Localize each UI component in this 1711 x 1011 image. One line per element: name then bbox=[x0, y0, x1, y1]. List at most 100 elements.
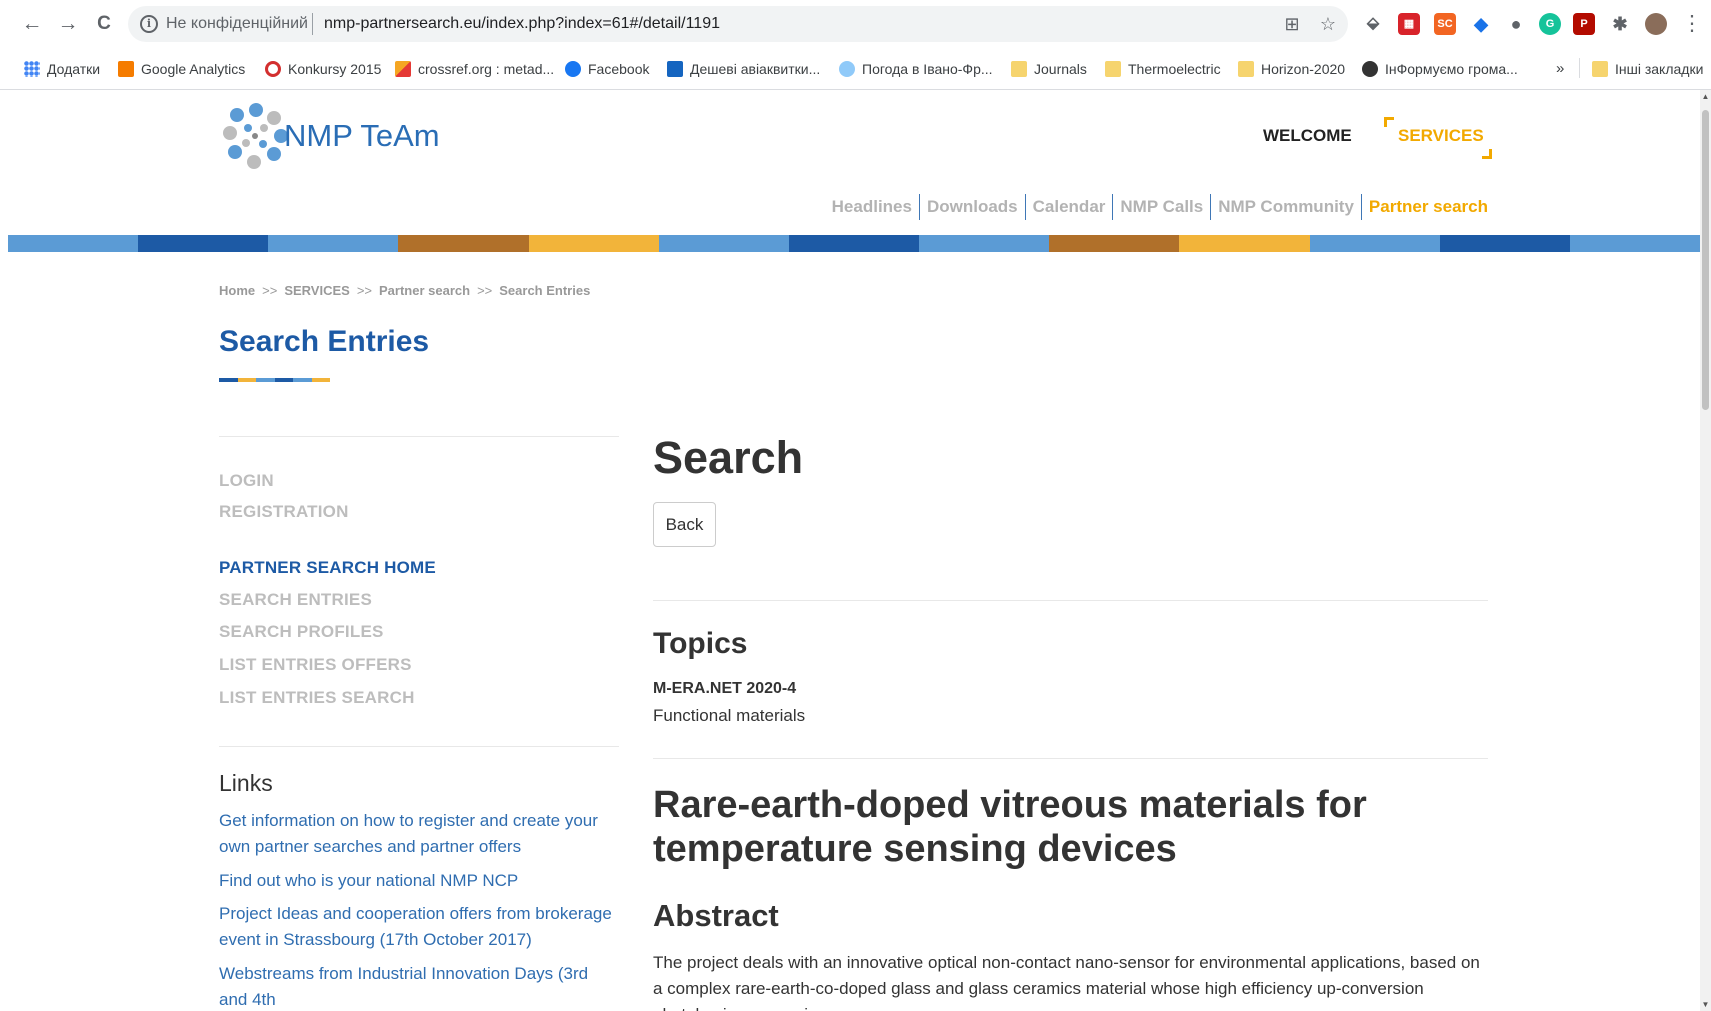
services-link[interactable]: SERVICES bbox=[1398, 126, 1484, 146]
nav-headlines[interactable]: Headlines bbox=[825, 194, 920, 220]
services-bracket-bottom bbox=[1482, 149, 1492, 159]
web-page: NMP TeAm WELCOME SERVICES Headlines Down… bbox=[8, 90, 1700, 1011]
nav-calendar[interactable]: Calendar bbox=[1026, 194, 1114, 220]
analytics-icon bbox=[118, 61, 134, 77]
breadcrumb-services[interactable]: SERVICES bbox=[284, 283, 350, 298]
abstract-text: The project deals with an innovative opt… bbox=[653, 953, 1480, 1011]
welcome-link[interactable]: WELCOME bbox=[1263, 126, 1352, 146]
bookmark-horizon-2020[interactable]: Horizon-2020 bbox=[1238, 58, 1345, 80]
nav-partner-search[interactable]: Partner search bbox=[1362, 194, 1495, 220]
bookmark-label: ІнФормуємо грома... bbox=[1385, 61, 1518, 77]
facebook-icon bbox=[565, 61, 581, 77]
topics-heading: Topics bbox=[653, 627, 748, 660]
sidebar-item-list-entries-offers[interactable]: LIST ENTRIES OFFERS bbox=[219, 655, 412, 675]
stripe-segment bbox=[788, 235, 920, 252]
forward-arrow-icon[interactable]: → bbox=[56, 12, 80, 36]
secondary-nav: Headlines Downloads Calendar NMP Calls N… bbox=[825, 194, 1495, 220]
scroll-up-icon[interactable]: ▲ bbox=[1701, 92, 1710, 101]
logo-text[interactable]: NMP TeAm bbox=[284, 118, 440, 154]
sidebar-divider bbox=[219, 436, 619, 437]
weather-icon bbox=[839, 61, 855, 77]
bookmark-label: Дешеві авіаквитки... bbox=[690, 61, 821, 77]
stripe-segment bbox=[658, 235, 789, 252]
page-scrollbar[interactable]: ▲ ▼ bbox=[1700, 90, 1711, 1011]
link-register-info[interactable]: Get information on how to register and c… bbox=[219, 808, 619, 860]
scroll-down-icon[interactable]: ▼ bbox=[1701, 1000, 1710, 1009]
sidebar-item-search-profiles[interactable]: SEARCH PROFILES bbox=[219, 622, 384, 642]
breadcrumb-partner-search[interactable]: Partner search bbox=[379, 283, 470, 298]
folder-icon bbox=[1011, 61, 1027, 77]
folder-icon bbox=[1238, 61, 1254, 77]
dropbox-extension-icon[interactable]: ⬙ bbox=[1362, 13, 1384, 35]
links-heading: Links bbox=[219, 770, 273, 796]
bookmark-konkursy[interactable]: Konkursy 2015 bbox=[265, 58, 381, 80]
link-project-ideas[interactable]: Project Ideas and cooperation offers fro… bbox=[219, 901, 619, 953]
shopping-extension-icon[interactable]: ▦ bbox=[1398, 13, 1420, 35]
nav-nmp-calls[interactable]: NMP Calls bbox=[1113, 194, 1212, 220]
circle-extension-icon[interactable]: ● bbox=[1505, 13, 1527, 35]
translate-icon[interactable]: ⊞ bbox=[1282, 14, 1302, 34]
bookmark-apps[interactable]: Додатки bbox=[24, 58, 100, 80]
chrome-menu-icon[interactable]: ⋮ bbox=[1680, 12, 1704, 36]
link-national-ncp[interactable]: Find out who is your national NMP NCP bbox=[219, 868, 619, 894]
bookmarks-overflow-button[interactable]: » bbox=[1556, 58, 1564, 80]
reload-icon[interactable]: C bbox=[92, 12, 116, 36]
stripe-segment bbox=[528, 235, 659, 252]
bookmark-other[interactable]: Інші закладки bbox=[1592, 58, 1703, 80]
url-separator bbox=[312, 13, 313, 35]
sidebar-item-partner-search-home[interactable]: PARTNER SEARCH HOME bbox=[219, 558, 436, 578]
sidebar-divider bbox=[219, 746, 619, 747]
breadcrumb-separator: >> bbox=[356, 283, 373, 298]
page-title: Search Entries bbox=[219, 325, 430, 358]
apps-icon bbox=[24, 61, 40, 77]
bookmark-google-analytics[interactable]: Google Analytics bbox=[118, 58, 245, 80]
scroll-thumb[interactable] bbox=[1702, 110, 1709, 410]
breadcrumb: Home >> SERVICES >> Partner search >> Search E… bbox=[219, 283, 590, 298]
login-link[interactable]: LOGIN bbox=[219, 471, 274, 491]
bookmark-label: Konkursy 2015 bbox=[288, 61, 382, 77]
sc-extension-icon[interactable]: SC bbox=[1434, 13, 1456, 35]
bookmark-facebook[interactable]: Facebook bbox=[565, 58, 649, 80]
abstract-heading: Abstract bbox=[653, 898, 779, 933]
profile-avatar-icon[interactable] bbox=[1645, 13, 1667, 35]
stripe-segment bbox=[398, 235, 529, 252]
content-divider bbox=[653, 600, 1488, 601]
flights-icon bbox=[667, 61, 683, 77]
topic-code: M-ERA.NET 2020-4 bbox=[653, 680, 797, 697]
sidebar-item-search-entries[interactable]: SEARCH ENTRIES bbox=[219, 590, 372, 610]
bookmark-flights[interactable]: Дешеві авіаквитки... bbox=[667, 58, 820, 80]
bookmark-thermoelectric[interactable]: Thermoelectric bbox=[1105, 58, 1221, 80]
address-bar[interactable]: i Не конфіденційний nmp-partnersearch.eu… bbox=[128, 6, 1348, 42]
stripe-segment bbox=[1439, 235, 1570, 252]
info-icon[interactable]: i bbox=[140, 15, 158, 33]
bookmark-inform[interactable]: ІнФормуємо грома... bbox=[1362, 58, 1518, 80]
grammarly-extension-icon[interactable]: G bbox=[1539, 13, 1561, 35]
back-button[interactable]: Back bbox=[653, 502, 716, 547]
pdf-extension-icon[interactable]: P bbox=[1573, 13, 1595, 35]
sidebar-item-list-entries-search[interactable]: LIST ENTRIES SEARCH bbox=[219, 688, 415, 708]
link-webstreams[interactable]: Webstreams from Industrial Innovation Da… bbox=[219, 961, 619, 1011]
bookmark-journals[interactable]: Journals bbox=[1011, 58, 1087, 80]
bookmark-label: Інші закладки bbox=[1615, 61, 1704, 77]
bookmark-weather[interactable]: Погода в Івано-Фр... bbox=[839, 58, 993, 80]
bookmark-crossref[interactable]: crossref.org : metad... bbox=[395, 58, 554, 80]
bookmark-label: Facebook bbox=[588, 61, 650, 77]
inform-icon bbox=[1362, 61, 1378, 77]
bookmark-star-icon[interactable]: ☆ bbox=[1318, 14, 1338, 34]
stripe-segment bbox=[1569, 235, 1700, 252]
bookmark-label: Journals bbox=[1034, 61, 1087, 77]
search-heading: Search bbox=[653, 432, 804, 483]
nav-downloads[interactable]: Downloads bbox=[920, 194, 1026, 220]
bookmarks-bar: Додатки Google Analytics Konkursy 2015 c… bbox=[0, 48, 1711, 90]
breadcrumb-home[interactable]: Home bbox=[219, 283, 255, 298]
nav-nmp-community[interactable]: NMP Community bbox=[1211, 194, 1362, 220]
url-text[interactable]: nmp-partnersearch.eu/index.php?index=61#… bbox=[324, 15, 720, 33]
stripe-segment bbox=[1309, 235, 1440, 252]
back-arrow-icon[interactable]: ← bbox=[20, 12, 44, 36]
folder-icon bbox=[1105, 61, 1121, 77]
mendeley-extension-icon[interactable]: ◆ bbox=[1470, 13, 1492, 35]
registration-link[interactable]: REGISTRATION bbox=[219, 502, 349, 522]
extensions-puzzle-icon[interactable]: ✱ bbox=[1609, 13, 1631, 35]
security-label: Не конфіденційний bbox=[166, 15, 308, 32]
bookmark-label: Додатки bbox=[47, 61, 101, 77]
